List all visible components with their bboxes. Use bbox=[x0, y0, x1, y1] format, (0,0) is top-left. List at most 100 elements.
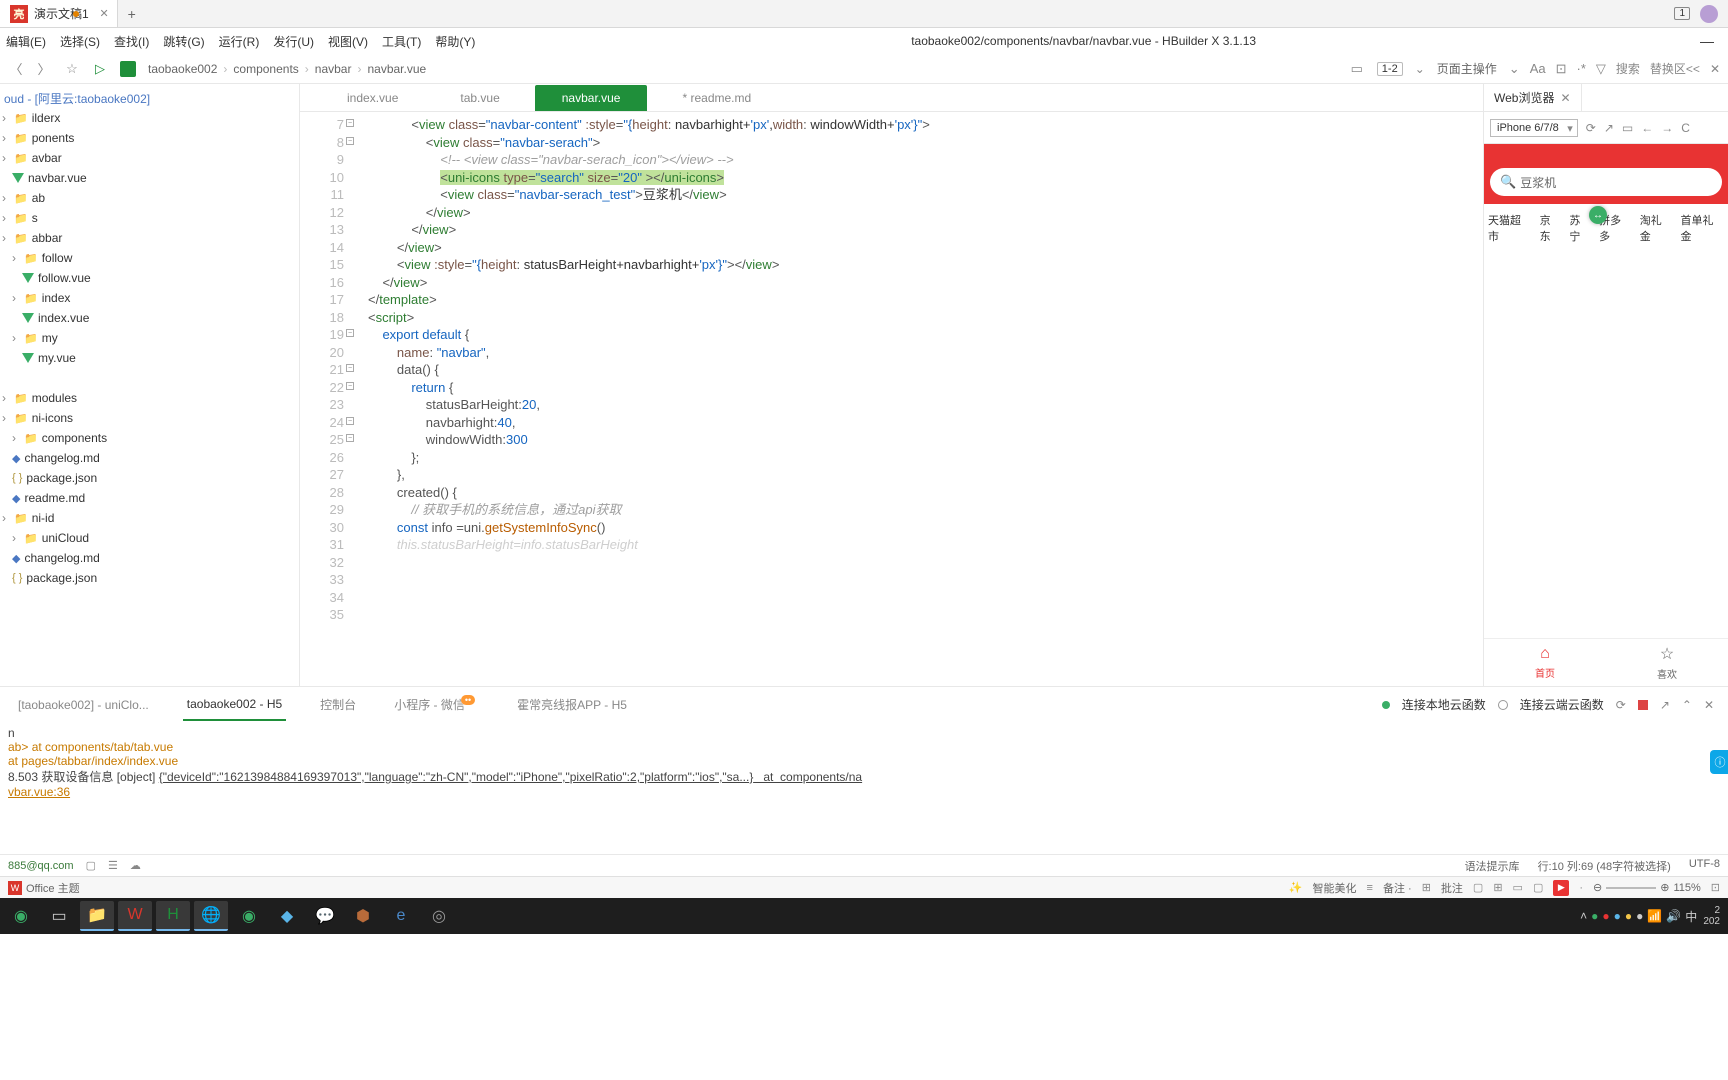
sidebar-item[interactable]: ◆changelog.md bbox=[0, 448, 299, 468]
taskbar-chrome[interactable]: 🌐 bbox=[194, 901, 228, 931]
category-item[interactable]: 京东 bbox=[1540, 212, 1562, 244]
ruler-icon[interactable]: ▭ bbox=[1349, 61, 1365, 77]
preview-search-bar[interactable]: 🔍 豆浆机 bbox=[1490, 168, 1722, 196]
menu-view[interactable]: 视图(V) bbox=[328, 33, 368, 50]
remote-cloud-label[interactable]: 连接云端云函数 bbox=[1520, 696, 1604, 713]
console-tab-console[interactable]: 控制台 bbox=[316, 688, 360, 721]
browser-tab[interactable]: 亮 演示文稿1 ✕ bbox=[0, 0, 118, 27]
refresh-icon[interactable]: ⟳ bbox=[1586, 121, 1596, 135]
menu-tools[interactable]: 工具(T) bbox=[382, 33, 421, 50]
zoom-in-icon[interactable]: ⊕ bbox=[1660, 881, 1669, 894]
sidebar-item[interactable]: ›📁avbar bbox=[0, 148, 299, 168]
tray-up-icon[interactable]: ˄ bbox=[1580, 909, 1587, 923]
sidebar-item[interactable]: ›📁ni-icons bbox=[0, 408, 299, 428]
crumb-file[interactable]: navbar.vue bbox=[367, 62, 426, 76]
menu-publish[interactable]: 发行(U) bbox=[273, 33, 314, 50]
taskbar-wechat[interactable]: 💬 bbox=[308, 901, 342, 931]
close-tab-icon[interactable]: ✕ bbox=[99, 7, 108, 20]
approve-label[interactable]: 批注 bbox=[1441, 880, 1463, 896]
sidebar-item[interactable]: ›📁s bbox=[0, 208, 299, 228]
file-tab[interactable]: tab.vue bbox=[433, 85, 526, 111]
category-item[interactable]: 苏宁 bbox=[1569, 212, 1591, 244]
sidebar-item[interactable]: ›📁uniCloud bbox=[0, 528, 299, 548]
sidebar-item[interactable]: ›📁follow bbox=[0, 248, 299, 268]
menu-select[interactable]: 选择(S) bbox=[60, 33, 100, 50]
menu-edit[interactable]: 编辑(E) bbox=[6, 33, 46, 50]
console-collapse-icon[interactable]: ⌃ bbox=[1682, 698, 1692, 712]
taskbar-app3[interactable]: ⬢ bbox=[346, 901, 380, 931]
fit-icon[interactable]: ⊡ bbox=[1711, 881, 1720, 894]
sidebar-item[interactable]: ›📁ab bbox=[0, 188, 299, 208]
system-tray[interactable]: ˄ ● ● ● ● ● 📶 🔊 中 bbox=[1580, 908, 1697, 925]
open-external-icon[interactable]: ↗ bbox=[1604, 121, 1614, 135]
preview-back-icon[interactable]: ← bbox=[1641, 121, 1653, 135]
view-outline-icon[interactable]: ⊞ bbox=[1493, 881, 1502, 894]
taskbar-hbuilder[interactable]: H bbox=[156, 901, 190, 931]
magic-icon[interactable]: ✨ bbox=[1289, 881, 1303, 894]
sidebar-item[interactable] bbox=[0, 368, 299, 388]
view-slide-icon[interactable]: ▢ bbox=[1533, 881, 1543, 894]
menu-goto[interactable]: 跳转(G) bbox=[163, 33, 204, 50]
cloud-icon[interactable]: ☁ bbox=[130, 859, 141, 872]
console-tab-unicloud[interactable]: [taobaoke002] - uniClo... bbox=[14, 690, 153, 720]
prev-result-icon[interactable]: ⌄ bbox=[1509, 61, 1520, 77]
tab-count-badge[interactable]: 1 bbox=[1674, 7, 1690, 20]
close-search-icon[interactable]: ✕ bbox=[1710, 62, 1720, 76]
file-tab[interactable]: readme.md bbox=[655, 85, 778, 111]
case-icon[interactable]: Aa bbox=[1530, 61, 1546, 76]
console-close-icon[interactable]: ✕ bbox=[1704, 698, 1714, 712]
sidebar-item[interactable]: ›📁components bbox=[0, 428, 299, 448]
page-action-label[interactable]: 页面主操作 bbox=[1437, 60, 1497, 77]
terminal-icon[interactable]: ▢ bbox=[86, 859, 96, 872]
console-popout-icon[interactable]: ↗ bbox=[1660, 698, 1670, 712]
search-label[interactable]: 搜索 bbox=[1616, 60, 1640, 77]
tabbar-home[interactable]: ⌂ 首页 bbox=[1484, 639, 1606, 686]
note-label[interactable]: 备注 · bbox=[1383, 880, 1412, 896]
crumb-components[interactable]: components bbox=[233, 62, 298, 76]
console-tab-h5[interactable]: taobaoke002 - H5 bbox=[183, 689, 286, 721]
sidebar-item[interactable]: ›📁modules bbox=[0, 388, 299, 408]
taskview-icon[interactable]: ▭ bbox=[42, 901, 76, 931]
crumb-navbar[interactable]: navbar bbox=[315, 62, 352, 76]
menu-find[interactable]: 查找(I) bbox=[114, 33, 149, 50]
tabbar-favorite[interactable]: ☆ 喜欢 bbox=[1606, 639, 1728, 686]
file-tab[interactable]: navbar.vue bbox=[535, 85, 648, 111]
favorite-icon[interactable]: ☆ bbox=[64, 61, 80, 77]
regex-icon[interactable]: ·* bbox=[1577, 61, 1586, 76]
filter-icon[interactable]: ▽ bbox=[1596, 61, 1606, 77]
sidebar-item[interactable]: ›📁ilderx bbox=[0, 108, 299, 128]
run-icon[interactable]: ▷ bbox=[92, 61, 108, 77]
console-refresh-icon[interactable]: ⟳ bbox=[1616, 698, 1626, 712]
console-stop-icon[interactable] bbox=[1638, 700, 1648, 710]
sidebar-item[interactable]: ›📁ponents bbox=[0, 128, 299, 148]
sidebar-item[interactable]: { }package.json bbox=[0, 468, 299, 488]
view-normal-icon[interactable]: ▢ bbox=[1473, 881, 1483, 894]
view-reading-icon[interactable]: ▭ bbox=[1513, 881, 1523, 894]
zoom-control[interactable]: ⊖ ⊕ 115% bbox=[1593, 881, 1701, 894]
screenshot-icon[interactable]: ▭ bbox=[1622, 121, 1633, 135]
floating-help-icon[interactable]: ⓘ bbox=[1710, 750, 1728, 774]
zoom-out-icon[interactable]: ⊖ bbox=[1593, 881, 1602, 894]
taskbar-app2[interactable]: ◆ bbox=[270, 901, 304, 931]
beautify-label[interactable]: 智能美化 bbox=[1313, 880, 1357, 896]
device-select[interactable]: iPhone 6/7/8 bbox=[1490, 119, 1578, 137]
ime-indicator[interactable]: 中 bbox=[1685, 908, 1697, 925]
sidebar-item[interactable]: navbar.vue bbox=[0, 168, 299, 188]
console-tab-app[interactable]: 霍常亮线报APP - H5 bbox=[513, 688, 631, 721]
sidebar-item[interactable]: ◆readme.md bbox=[0, 488, 299, 508]
code-editor[interactable]: 7−8−910111213141516171819−2021−22−2324−2… bbox=[300, 112, 1483, 686]
log-icon[interactable]: ☰ bbox=[108, 859, 118, 872]
taskbar-app4[interactable]: ◎ bbox=[422, 901, 456, 931]
sidebar-item[interactable]: index.vue bbox=[0, 308, 299, 328]
replace-label[interactable]: 替换区<< bbox=[1650, 60, 1700, 77]
file-tab[interactable]: index.vue bbox=[320, 85, 425, 111]
sidebar-item[interactable]: ›📁abbar bbox=[0, 228, 299, 248]
category-item[interactable]: 淘礼金 bbox=[1640, 212, 1673, 244]
preview-forward-icon[interactable]: → bbox=[1661, 121, 1673, 135]
note-icon[interactable]: ≡ bbox=[1367, 882, 1373, 894]
console-tab-wechat[interactable]: 小程序 - 微信•• bbox=[390, 688, 483, 721]
sidebar-item[interactable]: ◆changelog.md bbox=[0, 548, 299, 568]
encoding[interactable]: UTF-8 bbox=[1689, 858, 1720, 874]
category-item[interactable]: 首单礼金 bbox=[1680, 212, 1724, 244]
menu-run[interactable]: 运行(R) bbox=[219, 33, 260, 50]
